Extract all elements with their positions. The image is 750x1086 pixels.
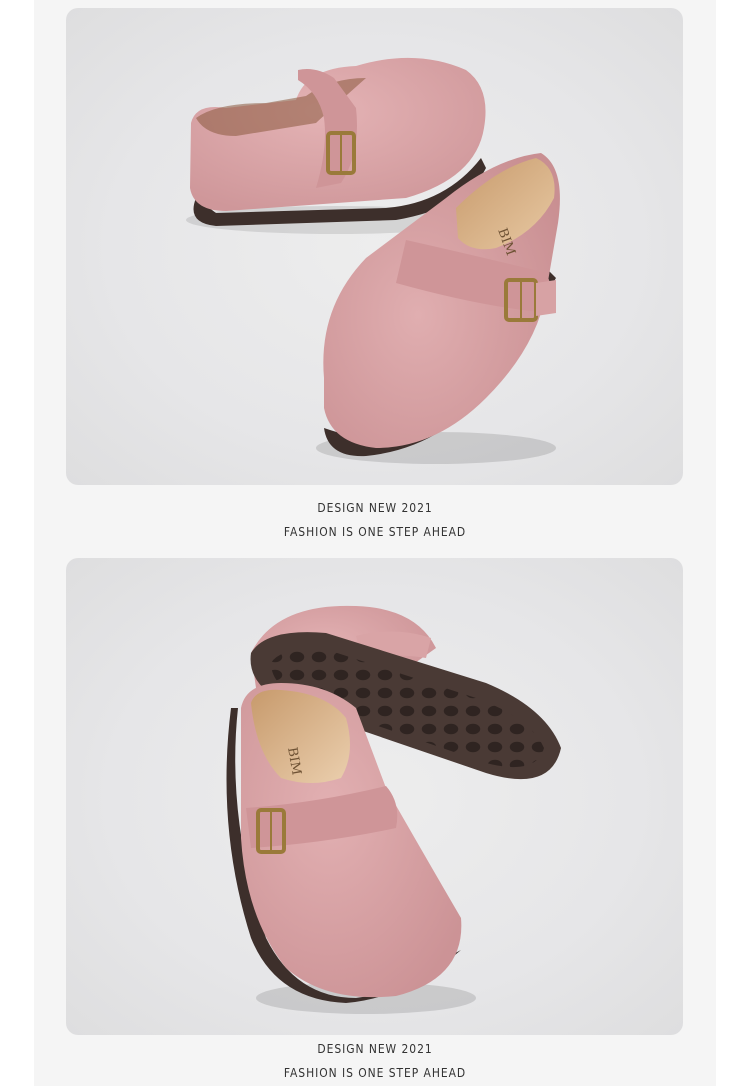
product-photo-2: BIM — [66, 558, 683, 1035]
caption-2-line-1: DESIGN NEW 2021 — [317, 1041, 433, 1056]
shoes-side-view-image: BIM — [186, 57, 560, 464]
product-photo-1: BIM — [66, 8, 683, 485]
product-detail-page: BIM DESIGN NEW 2021 FASHION IS ONE STEP … — [0, 0, 750, 1086]
caption-2-line-2: FASHION IS ONE STEP AHEAD — [283, 1065, 467, 1080]
caption-2: DESIGN NEW 2021 FASHION IS ONE STEP AHEA… — [0, 1037, 750, 1085]
caption-1: DESIGN NEW 2021 FASHION IS ONE STEP AHEA… — [0, 496, 750, 544]
caption-1-line-1: DESIGN NEW 2021 — [317, 500, 433, 515]
shoes-sole-view-image: BIM — [226, 605, 561, 1014]
caption-1-line-2: FASHION IS ONE STEP AHEAD — [283, 524, 467, 539]
